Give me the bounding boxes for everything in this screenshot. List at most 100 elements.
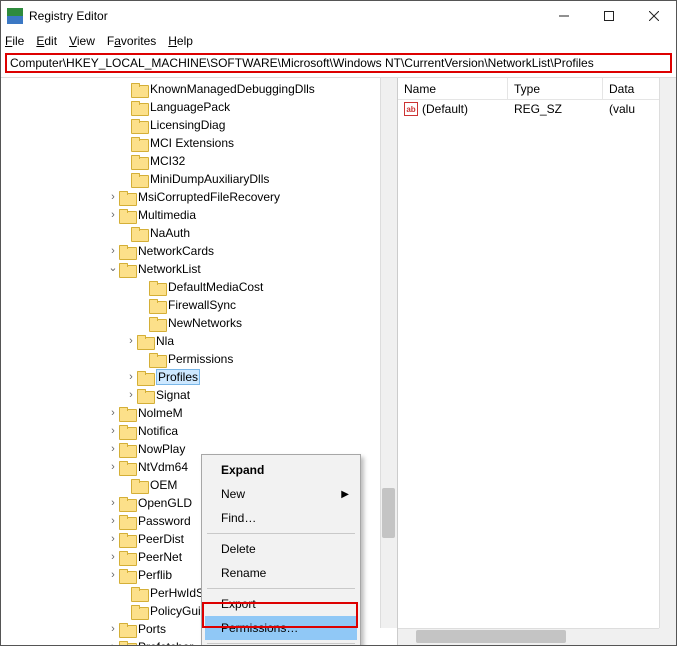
context-menu: Expand New▶ Find… Delete Rename Export P… bbox=[201, 454, 361, 645]
tree-item-label: PeerNet bbox=[138, 550, 182, 564]
tree-item[interactable]: ⌄NetworkList bbox=[1, 260, 397, 278]
expand-icon[interactable]: › bbox=[125, 389, 137, 401]
expand-icon[interactable]: › bbox=[107, 515, 119, 527]
menu-edit[interactable]: Edit bbox=[36, 34, 57, 48]
folder-icon bbox=[119, 461, 135, 474]
tree-item[interactable]: LicensingDiag bbox=[1, 116, 397, 134]
expand-icon[interactable]: › bbox=[107, 245, 119, 257]
expand-icon[interactable]: ⌄ bbox=[107, 261, 119, 274]
folder-icon bbox=[131, 83, 147, 96]
tree-item[interactable]: KnownManagedDebuggingDlls bbox=[1, 80, 397, 98]
expand-icon[interactable]: › bbox=[107, 569, 119, 581]
tree-item-label: NtVdm64 bbox=[138, 460, 188, 474]
tree-item[interactable]: MCI Extensions bbox=[1, 134, 397, 152]
regedit-icon bbox=[7, 8, 23, 24]
expand-icon[interactable]: › bbox=[107, 209, 119, 221]
tree-item[interactable]: ›NolmeM bbox=[1, 404, 397, 422]
tree-item[interactable]: ›Multimedia bbox=[1, 206, 397, 224]
tree-vertical-scrollbar[interactable] bbox=[380, 78, 397, 628]
tree-item[interactable]: Permissions bbox=[1, 350, 397, 368]
col-name[interactable]: Name bbox=[398, 78, 508, 99]
tree-item-label: NowPlay bbox=[138, 442, 185, 456]
tree-item[interactable]: DefaultMediaCost bbox=[1, 278, 397, 296]
titlebar[interactable]: Registry Editor bbox=[1, 1, 676, 31]
expand-icon[interactable]: › bbox=[125, 335, 137, 347]
folder-icon bbox=[131, 479, 147, 492]
ctx-rename[interactable]: Rename bbox=[205, 561, 357, 585]
folder-icon bbox=[119, 533, 135, 546]
tree-item-label: PolicyGuid bbox=[150, 604, 207, 618]
tree-item-label: LanguagePack bbox=[150, 100, 230, 114]
string-value-icon bbox=[404, 102, 418, 116]
folder-icon bbox=[119, 443, 135, 456]
folder-icon bbox=[131, 137, 147, 150]
tree-item-label: Ports bbox=[138, 622, 166, 636]
expand-icon[interactable]: › bbox=[107, 641, 119, 645]
folder-icon bbox=[149, 281, 165, 294]
tree-item-label: DefaultMediaCost bbox=[168, 280, 263, 294]
ctx-new[interactable]: New▶ bbox=[205, 482, 357, 506]
menu-help[interactable]: Help bbox=[168, 34, 193, 48]
folder-icon bbox=[149, 353, 165, 366]
values-pane[interactable]: Name Type Data (Default) REG_SZ (valu bbox=[398, 78, 676, 645]
folder-icon bbox=[119, 641, 135, 646]
tree-item[interactable]: NaAuth bbox=[1, 224, 397, 242]
tree-item[interactable]: › Notifica bbox=[1, 422, 397, 440]
folder-icon bbox=[119, 497, 135, 510]
tree-item[interactable]: LanguagePack bbox=[1, 98, 397, 116]
folder-icon bbox=[119, 245, 135, 258]
expand-icon[interactable]: › bbox=[107, 443, 119, 455]
expand-icon[interactable]: › bbox=[107, 497, 119, 509]
ctx-expand[interactable]: Expand bbox=[205, 458, 357, 482]
tree-item[interactable]: › Signat bbox=[1, 386, 397, 404]
tree-item[interactable]: › Nla bbox=[1, 332, 397, 350]
tree-item-label: Prefetcher bbox=[138, 640, 193, 645]
tree-item[interactable]: MCI32 bbox=[1, 152, 397, 170]
values-vertical-scrollbar[interactable] bbox=[659, 78, 676, 628]
maximize-button[interactable] bbox=[586, 1, 631, 31]
tree-item-label: MCI Extensions bbox=[150, 136, 234, 150]
folder-icon bbox=[119, 551, 135, 564]
ctx-permissions[interactable]: Permissions… bbox=[205, 616, 357, 640]
address-bar[interactable]: Computer\HKEY_LOCAL_MACHINE\SOFTWARE\Mic… bbox=[5, 53, 672, 73]
col-type[interactable]: Type bbox=[508, 78, 603, 99]
expand-icon[interactable]: › bbox=[107, 407, 119, 419]
expand-icon[interactable]: › bbox=[107, 461, 119, 473]
tree-item-label: Signat bbox=[156, 388, 190, 402]
tree-item[interactable]: ›MsiCorruptedFileRecovery bbox=[1, 188, 397, 206]
expand-icon[interactable]: › bbox=[107, 623, 119, 635]
folder-icon bbox=[119, 407, 135, 420]
ctx-find[interactable]: Find… bbox=[205, 506, 357, 530]
tree-item-label: OEM bbox=[150, 478, 177, 492]
ctx-export[interactable]: Export bbox=[205, 592, 357, 616]
folder-icon bbox=[131, 155, 147, 168]
tree-item-label: OpenGLD bbox=[138, 496, 192, 510]
registry-editor-window: Registry Editor File Edit View Favorites… bbox=[0, 0, 677, 646]
tree-item[interactable]: FirewallSync bbox=[1, 296, 397, 314]
tree-item-label: Nla bbox=[156, 334, 174, 348]
folder-icon bbox=[131, 173, 147, 186]
folder-icon bbox=[119, 569, 135, 582]
menu-view[interactable]: View bbox=[69, 34, 95, 48]
tree-item-label: Notifica bbox=[138, 424, 178, 438]
ctx-delete[interactable]: Delete bbox=[205, 537, 357, 561]
menu-favorites[interactable]: Favorites bbox=[107, 34, 156, 48]
close-button[interactable] bbox=[631, 1, 676, 31]
tree-item-label: Password bbox=[138, 514, 191, 528]
folder-icon bbox=[137, 335, 153, 348]
expand-icon[interactable]: › bbox=[107, 191, 119, 203]
expand-icon[interactable]: › bbox=[107, 425, 119, 437]
tree-item[interactable]: MiniDumpAuxiliaryDlls bbox=[1, 170, 397, 188]
value-row[interactable]: (Default) REG_SZ (valu bbox=[398, 100, 676, 118]
minimize-button[interactable] bbox=[541, 1, 586, 31]
submenu-arrow-icon: ▶ bbox=[341, 489, 349, 500]
expand-icon[interactable]: › bbox=[107, 551, 119, 563]
tree-item[interactable]: ›Profiles bbox=[1, 368, 397, 386]
values-horizontal-scrollbar[interactable] bbox=[398, 628, 676, 645]
expand-icon[interactable]: › bbox=[107, 533, 119, 545]
tree-item[interactable]: ›NetworkCards bbox=[1, 242, 397, 260]
expand-icon[interactable]: › bbox=[125, 371, 137, 383]
menu-file[interactable]: File bbox=[5, 34, 24, 48]
content-area: KnownManagedDebuggingDlls LanguagePack Lic… bbox=[1, 77, 676, 645]
tree-item[interactable]: NewNetworks bbox=[1, 314, 397, 332]
